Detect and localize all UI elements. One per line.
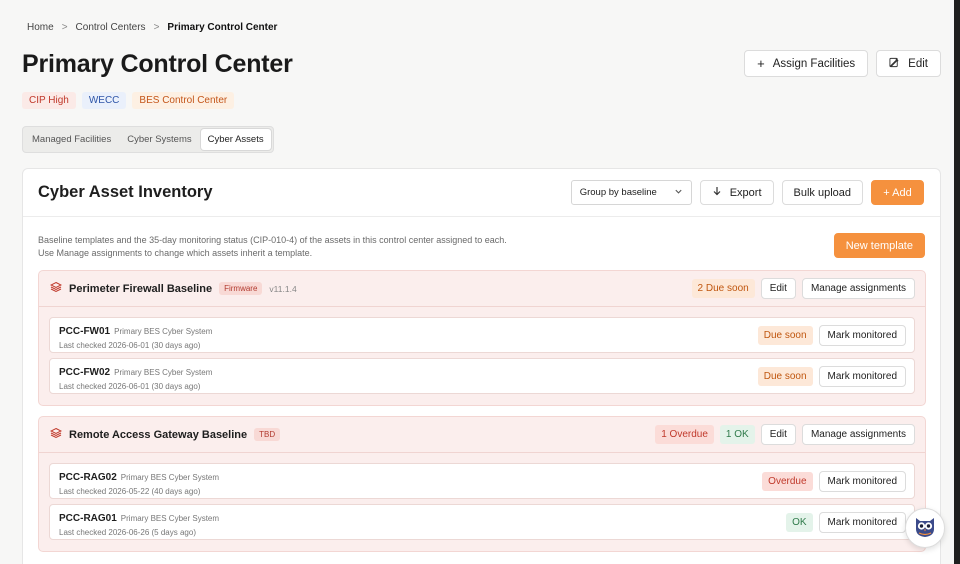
asset-id: PCC-RAG02: [59, 471, 117, 483]
description-row: Baseline templates and the 35-day monito…: [23, 217, 940, 273]
asset-type: Primary BES Cyber System: [120, 472, 220, 482]
tab-managed-facilities[interactable]: Managed Facilities: [25, 129, 118, 150]
card-title: Cyber Asset Inventory: [38, 183, 213, 201]
export-label: Export: [729, 186, 762, 199]
asset-last-checked: Last checked 2026-06-01 (30 days ago): [59, 340, 201, 350]
breadcrumb-separator: >: [153, 22, 160, 33]
tag-cip-high: CIP High: [22, 92, 76, 109]
asset-info: PCC-RAG01 Primary BES Cyber System Last c…: [59, 508, 219, 537]
edit-icon: [889, 57, 900, 71]
asset-status-badge: Due soon: [757, 325, 813, 345]
chevron-down-icon: [674, 187, 683, 199]
owl-assistant-icon: [912, 513, 938, 544]
tag-wecc: WECC: [81, 92, 127, 109]
assign-facilities-label: Assign Facilities: [772, 57, 856, 70]
breadcrumb-current: Primary Control Center: [167, 22, 278, 33]
baseline-type-badge: Firmware: [219, 282, 263, 295]
baseline-version: v11.1.4: [269, 283, 297, 294]
download-icon: [712, 186, 722, 199]
asset-info: PCC-FW01 Primary BES Cyber System Last ch…: [59, 321, 212, 350]
overdue-count: 1 Overdue: [655, 425, 714, 444]
edit-button[interactable]: Edit: [876, 50, 941, 77]
due-soon-count: 2 Due soon: [691, 279, 755, 298]
baseline-group-actions: 2 Due soon Edit Manage assignments: [691, 278, 915, 299]
baseline-type-badge: TBD: [254, 428, 281, 441]
asset-last-checked: Last checked 2026-06-01 (30 days ago): [59, 381, 201, 391]
baseline-edit-button[interactable]: Edit: [760, 424, 796, 445]
baseline-group-actions: 1 Overdue 1 OK Edit Manage assignments: [655, 424, 915, 445]
tab-cyber-assets[interactable]: Cyber Assets: [200, 129, 271, 150]
new-template-button[interactable]: New template: [833, 233, 925, 258]
breadcrumb-separator: >: [61, 22, 68, 33]
manage-assignments-button[interactable]: Manage assignments: [801, 278, 915, 299]
add-button[interactable]: + Add: [871, 180, 924, 205]
tab-bar: Managed Facilities Cyber Systems Cyber A…: [22, 126, 274, 153]
asset-type: Primary BES Cyber System: [114, 367, 213, 377]
window-edge: [954, 0, 960, 564]
asset-row: PCC-RAG01 Primary BES Cyber System Last c…: [49, 504, 915, 540]
asset-actions: Overdue Mark monitored: [762, 470, 906, 492]
plus-icon: +: [757, 56, 765, 71]
group-by-select[interactable]: Group by baseline: [570, 180, 692, 205]
page-title: Primary Control Center: [22, 50, 293, 78]
asset-type: Primary BES Cyber System: [120, 513, 220, 523]
description-line-2: Use Manage assignments to change which a…: [38, 248, 313, 258]
asset-row: PCC-RAG02 Primary BES Cyber System Last c…: [49, 463, 915, 499]
asset-actions: OK Mark monitored: [786, 511, 906, 533]
tag-list: CIP High WECC BES Control Center: [22, 92, 235, 109]
baseline-group: Remote Access Gateway Baseline TBD 1 Ove…: [38, 416, 926, 552]
asset-row: PCC-FW02 Primary BES Cyber System Last ch…: [49, 358, 915, 394]
mark-monitored-button[interactable]: Mark monitored: [818, 324, 906, 346]
tab-cyber-systems[interactable]: Cyber Systems: [120, 129, 198, 150]
asset-type: Primary BES Cyber System: [114, 326, 213, 336]
cyber-asset-inventory-card: Cyber Asset Inventory Group by baseline …: [22, 168, 941, 564]
header-actions: + Assign Facilities Edit: [744, 50, 941, 77]
export-button[interactable]: Export: [699, 180, 774, 205]
asset-status-badge: Overdue: [762, 471, 813, 491]
inventory-description: Baseline templates and the 35-day monito…: [38, 234, 507, 260]
edit-label: Edit: [908, 57, 928, 70]
asset-last-checked: Last checked 2026-05-22 (40 days ago): [59, 486, 201, 496]
baseline-name: Remote Access Gateway Baseline: [69, 428, 248, 441]
asset-actions: Due soon Mark monitored: [757, 324, 906, 346]
asset-info: PCC-RAG02 Primary BES Cyber System Last c…: [59, 467, 219, 496]
tag-bes-control-center: BES Control Center: [132, 92, 235, 109]
breadcrumb-control-centers[interactable]: Control Centers: [76, 22, 146, 33]
manage-assignments-button[interactable]: Manage assignments: [801, 424, 915, 445]
asset-id: PCC-FW01: [59, 325, 111, 337]
asset-row: PCC-FW01 Primary BES Cyber System Last ch…: [49, 317, 915, 353]
baseline-group-info: Perimeter Firewall Baseline Firmware v11…: [49, 280, 297, 298]
mark-monitored-button[interactable]: Mark monitored: [818, 470, 906, 492]
baseline-group-header: Perimeter Firewall Baseline Firmware v11…: [39, 271, 925, 307]
mark-monitored-button[interactable]: Mark monitored: [818, 365, 906, 387]
bulk-upload-button[interactable]: Bulk upload: [781, 180, 863, 205]
mark-monitored-button[interactable]: Mark monitored: [818, 511, 906, 533]
layers-icon: [49, 426, 63, 444]
asset-id: PCC-FW02: [59, 366, 111, 378]
asset-status-badge: OK: [786, 512, 813, 532]
assign-facilities-button[interactable]: + Assign Facilities: [744, 50, 869, 77]
asset-status-badge: Due soon: [757, 366, 813, 386]
description-line-1: Baseline templates and the 35-day monito…: [38, 235, 507, 245]
layers-icon: [49, 280, 63, 298]
asset-info: PCC-FW02 Primary BES Cyber System Last ch…: [59, 362, 212, 391]
ok-count: 1 OK: [719, 425, 755, 444]
group-by-value: Group by baseline: [579, 187, 657, 198]
breadcrumb: Home > Control Centers > Primary Control…: [27, 22, 277, 33]
asset-actions: Due soon Mark monitored: [757, 365, 906, 387]
baseline-name: Perimeter Firewall Baseline: [69, 282, 213, 295]
asset-last-checked: Last checked 2026-06-26 (5 days ago): [59, 527, 196, 537]
breadcrumb-home[interactable]: Home: [27, 22, 54, 33]
card-actions: Group by baseline Export Bulk upload + A…: [570, 180, 924, 205]
assistant-button[interactable]: [905, 508, 945, 548]
baseline-edit-button[interactable]: Edit: [760, 278, 796, 299]
asset-id: PCC-RAG01: [59, 512, 117, 524]
baseline-group: Perimeter Firewall Baseline Firmware v11…: [38, 270, 926, 406]
baseline-group-info: Remote Access Gateway Baseline TBD: [49, 426, 281, 444]
baseline-group-header: Remote Access Gateway Baseline TBD 1 Ove…: [39, 417, 925, 453]
card-header: Cyber Asset Inventory Group by baseline …: [23, 169, 940, 217]
